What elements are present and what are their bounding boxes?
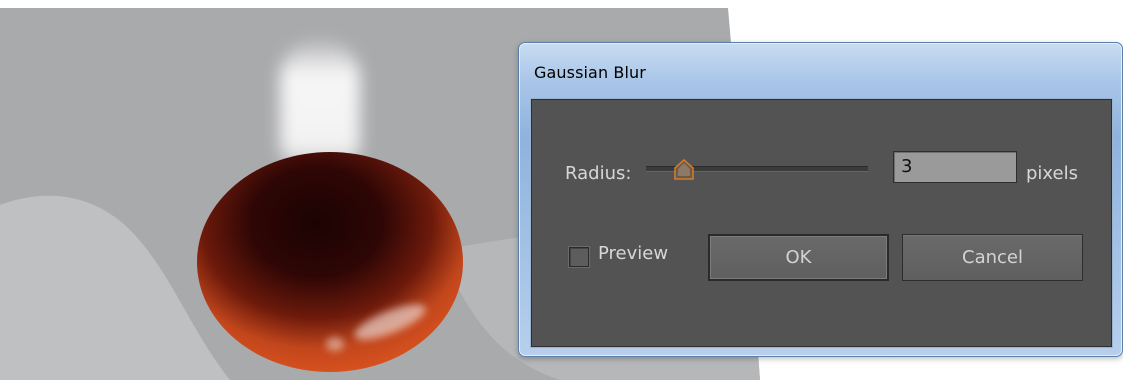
radius-label: Radius: bbox=[565, 163, 632, 184]
dialog-body: Radius: 3 pixels Preview OK Cancel bbox=[531, 99, 1112, 347]
slider-thumb-icon[interactable] bbox=[672, 158, 696, 182]
drop-highlight-small bbox=[326, 337, 344, 351]
gaussian-blur-dialog: Gaussian Blur Radius: 3 pixels Preview O… bbox=[518, 42, 1123, 357]
cancel-button[interactable]: Cancel bbox=[902, 234, 1083, 281]
radius-input[interactable]: 3 bbox=[893, 151, 1017, 183]
dialog-title: Gaussian Blur bbox=[534, 63, 646, 82]
checkbox-icon[interactable] bbox=[569, 247, 589, 267]
pixels-unit-label: pixels bbox=[1026, 163, 1078, 184]
ok-button[interactable]: OK bbox=[708, 234, 889, 281]
preview-label[interactable]: Preview bbox=[598, 243, 668, 264]
